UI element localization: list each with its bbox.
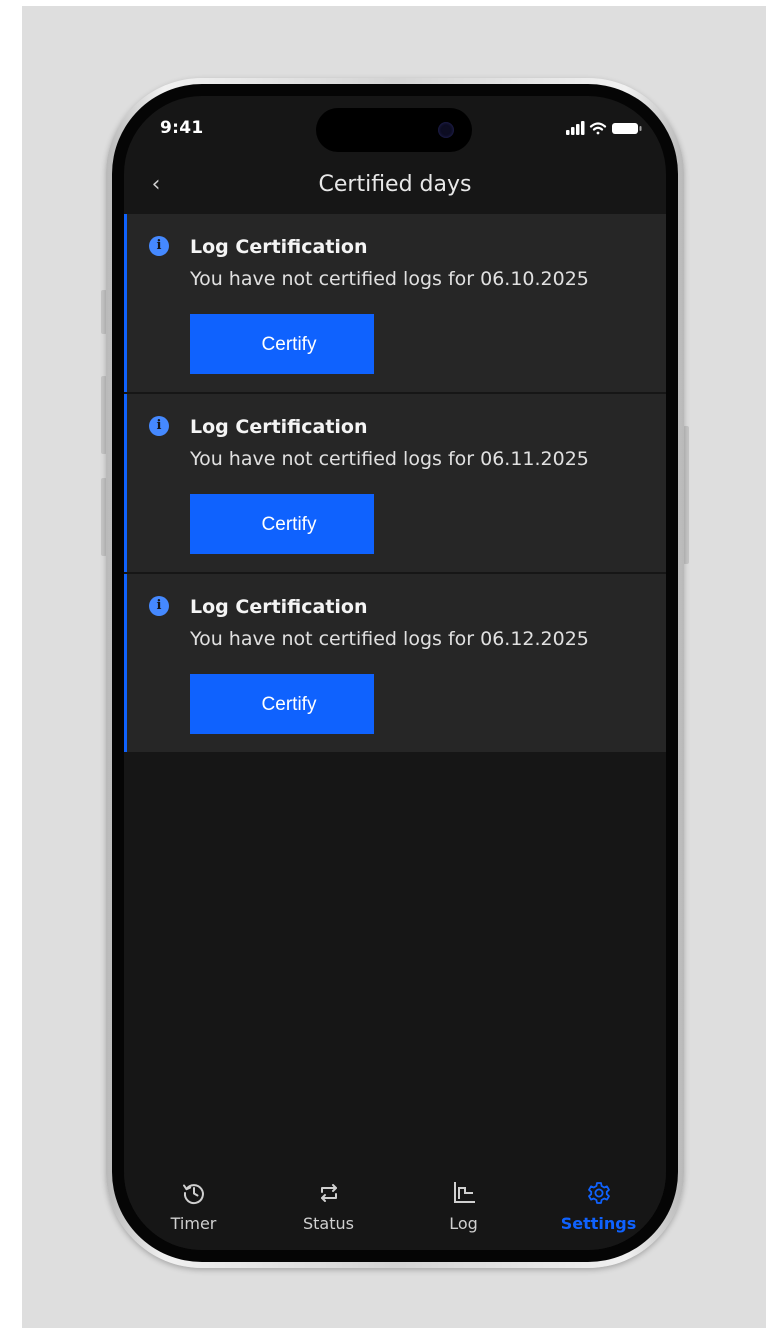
page-title: Certified days — [318, 172, 472, 197]
history-clock-icon — [183, 1184, 204, 1205]
swap-arrows-icon — [321, 1184, 337, 1202]
signal-icon — [566, 121, 585, 135]
status-bar: 9:41 — [124, 96, 666, 156]
tab-status[interactable]: Status — [261, 1174, 396, 1250]
app-screen: 9:41 ‹ Certified days i Log Certificatio… — [124, 96, 666, 1250]
certify-button[interactable]: Certify — [190, 494, 374, 554]
status-time: 9:41 — [160, 118, 204, 138]
info-icon: i — [149, 236, 169, 256]
card-message: You have not certified logs for 06.12.20… — [190, 628, 589, 650]
card-message: You have not certified logs for 06.11.20… — [190, 448, 589, 470]
tab-label: Settings — [560, 1214, 637, 1233]
gear-icon — [588, 1182, 610, 1204]
info-icon: i — [149, 596, 169, 616]
front-camera — [438, 122, 454, 138]
certification-card: i Log Certification You have not certifi… — [124, 394, 666, 572]
tab-timer[interactable]: Timer — [126, 1174, 261, 1250]
certification-card: i Log Certification You have not certifi… — [124, 214, 666, 392]
battery-icon — [612, 123, 642, 134]
tab-label: Log — [449, 1214, 478, 1233]
info-icon: i — [149, 416, 169, 436]
certification-list: i Log Certification You have not certifi… — [124, 214, 666, 754]
log-chart-icon — [454, 1182, 475, 1203]
certify-button[interactable]: Certify — [190, 674, 374, 734]
wifi-icon — [589, 122, 607, 135]
certify-button[interactable]: Certify — [190, 314, 374, 374]
tab-label: Timer — [170, 1214, 217, 1233]
status-icons — [566, 121, 642, 135]
card-title: Log Certification — [190, 416, 368, 438]
tab-settings[interactable]: Settings — [531, 1174, 666, 1250]
tab-log[interactable]: Log — [396, 1174, 531, 1250]
card-message: You have not certified logs for 06.10.20… — [190, 268, 589, 290]
certification-card: i Log Certification You have not certifi… — [124, 574, 666, 752]
tab-label: Status — [303, 1214, 354, 1233]
tab-bar: Timer Status Log Settings — [124, 1174, 666, 1250]
nav-header: ‹ Certified days — [124, 162, 666, 210]
card-title: Log Certification — [190, 236, 368, 258]
card-title: Log Certification — [190, 596, 368, 618]
dynamic-island — [316, 108, 472, 152]
